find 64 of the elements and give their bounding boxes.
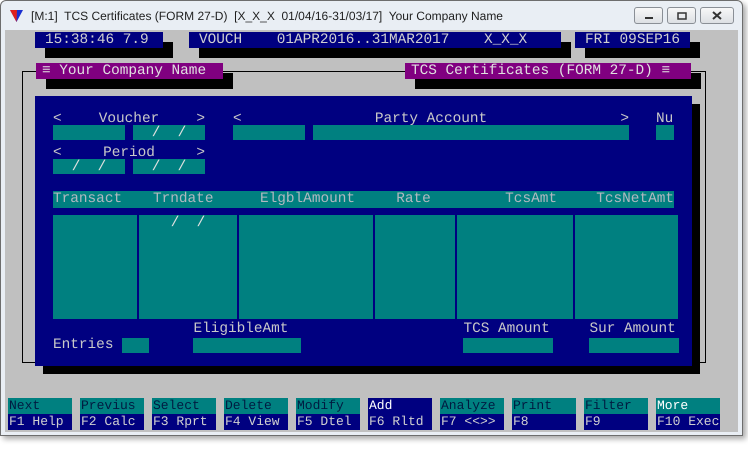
- maximize-button[interactable]: [667, 7, 696, 24]
- column-header: Trndate: [153, 191, 214, 207]
- function-key-button[interactable]: F7 <<>>: [440, 414, 504, 430]
- function-key-button[interactable]: F5 Dtel: [296, 414, 360, 430]
- column-header: Rate: [396, 191, 431, 207]
- action-button[interactable]: Modify: [296, 398, 360, 414]
- action-button[interactable]: Print: [512, 398, 576, 414]
- field-label: Period: [103, 145, 155, 159]
- chevron-left-text: <: [53, 145, 62, 159]
- chevron-left-text: <: [53, 111, 62, 125]
- close-icon: [712, 11, 722, 20]
- action-button[interactable]: Analyze: [440, 398, 504, 414]
- chevron-right-text: >: [196, 145, 205, 159]
- function-key-button[interactable]: F9: [584, 414, 648, 430]
- field-label: Entries: [53, 337, 114, 353]
- field-label: TCS Amount: [463, 321, 551, 337]
- function-key-button[interactable]: F1 Help: [8, 414, 72, 430]
- input-field[interactable]: [53, 125, 125, 140]
- table-cell: / /: [139, 215, 237, 319]
- input-field[interactable]: [193, 338, 302, 353]
- field-label: Sur Amount: [589, 321, 677, 337]
- chevron-right-text: >: [620, 111, 629, 125]
- date-field[interactable]: / /: [53, 159, 125, 174]
- input-field[interactable]: [463, 338, 554, 353]
- action-button[interactable]: Add: [368, 398, 432, 414]
- field-label: Voucher: [98, 111, 160, 125]
- app-icon: [10, 10, 23, 22]
- column-header: TcsAmt: [505, 191, 557, 207]
- action-button[interactable]: Filter: [584, 398, 648, 414]
- column-header: Transact: [53, 191, 122, 207]
- input-field[interactable]: [589, 338, 680, 353]
- column-header: TcsNetAmt: [596, 191, 674, 207]
- status-field: FRI 09SEP16: [575, 32, 690, 48]
- chevron-left-text: <: [233, 111, 242, 125]
- maximize-icon: [676, 12, 686, 20]
- field-label: EligibleAmt: [193, 321, 290, 337]
- action-button[interactable]: Next: [8, 398, 72, 414]
- action-button[interactable]: Previus: [80, 398, 144, 414]
- input-field[interactable]: [122, 338, 150, 352]
- function-key-button[interactable]: F2 Calc: [80, 414, 144, 430]
- function-key-button[interactable]: F4 View: [224, 414, 288, 430]
- action-button[interactable]: Select: [152, 398, 216, 414]
- close-button[interactable]: [700, 7, 734, 24]
- function-key-button[interactable]: F10 Exec: [656, 414, 720, 430]
- panel-title: TCS Certificates (FORM 27-D) ≡: [405, 63, 691, 79]
- action-button[interactable]: Delete: [224, 398, 288, 414]
- date-field[interactable]: / /: [133, 125, 205, 140]
- status-field: VOUCH 01APR2016..31MAR2017 X_X_X: [189, 32, 561, 48]
- window-title: [M:1] TCS Certificates (FORM 27-D) [X_X_X 01/04/16-31/03/17] Your Company Name: [31, 8, 503, 24]
- input-field[interactable]: [656, 125, 674, 140]
- panel-title: ≡ Your Company Name: [36, 63, 223, 79]
- function-key-button[interactable]: F8: [512, 414, 576, 430]
- status-field: 15:38:46 7.9: [35, 32, 163, 48]
- action-button[interactable]: More: [656, 398, 720, 414]
- function-key-button[interactable]: F6 Rltd: [368, 414, 432, 430]
- chevron-right-text: >: [196, 111, 205, 125]
- date-field[interactable]: / /: [133, 159, 205, 174]
- field-label: Party Account: [374, 111, 488, 125]
- field-label: Nu: [656, 111, 674, 125]
- input-field[interactable]: [313, 125, 629, 140]
- function-key-button[interactable]: F3 Rprt: [152, 414, 216, 430]
- column-header: ElgblAmount: [260, 191, 355, 207]
- minimize-button[interactable]: [634, 7, 663, 24]
- input-field[interactable]: [233, 125, 305, 140]
